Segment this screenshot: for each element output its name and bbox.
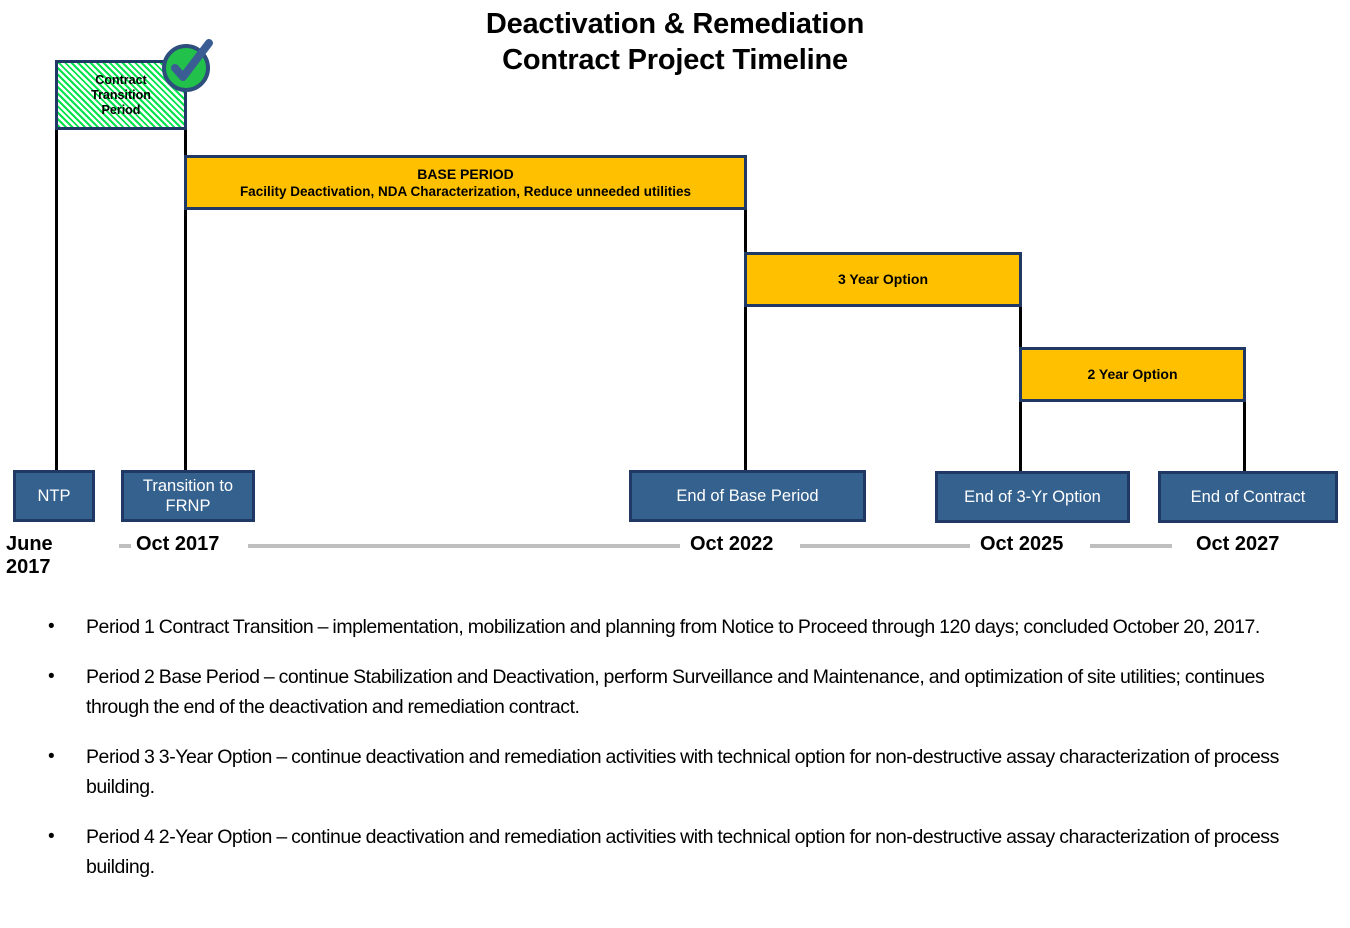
bullet-text-period-3: Period 3 3-Year Option – continue deacti… <box>86 746 1279 798</box>
milestone-label-end-contract: End of Contract <box>1190 488 1306 506</box>
description-bullet-list: • Period 1 Contract Transition – impleme… <box>34 612 1314 902</box>
bullet-dot-icon: • <box>48 666 55 687</box>
list-item: • Period 4 2-Year Option – continue deac… <box>34 822 1314 882</box>
axis-rule-pre-oct2017 <box>119 544 131 548</box>
axis-rule-2017-to-2022 <box>248 544 680 548</box>
list-item: • Period 1 Contract Transition – impleme… <box>34 612 1314 642</box>
bar-label-line-3: Period <box>101 102 141 117</box>
date-label-june-2017: June 2017 <box>6 533 53 579</box>
gantt-timeline: Contract Transition Period BASE PERIOD F… <box>0 0 1350 600</box>
bar-label-line-1: Contract <box>95 72 147 87</box>
date-label-oct-2027: Oct 2027 <box>1196 533 1280 555</box>
milestone-end-of-base-period[interactable]: End of Base Period <box>629 470 866 522</box>
connector-end-contract <box>1243 396 1246 477</box>
bar-three-year-option[interactable]: 3 Year Option <box>744 252 1022 307</box>
connector-end-base-period <box>744 207 747 476</box>
bar-base-period[interactable]: BASE PERIOD Facility Deactivation, NDA C… <box>184 155 747 210</box>
date-label-oct-2022: Oct 2022 <box>690 533 774 555</box>
list-item: • Period 2 Base Period – continue Stabil… <box>34 662 1314 722</box>
milestone-ntp[interactable]: NTP <box>13 470 95 522</box>
date-label-oct-2017: Oct 2017 <box>136 533 220 555</box>
milestone-transition-to-frnp[interactable]: Transition to FRNP <box>121 470 255 522</box>
axis-rule-2022-to-2025 <box>800 544 970 548</box>
bullet-dot-icon: • <box>48 826 55 847</box>
milestone-label-ntp: NTP <box>37 487 71 505</box>
bullet-text-period-4: Period 4 2-Year Option – continue deacti… <box>86 826 1279 878</box>
date-label-june-2017-line-1: June <box>6 533 53 555</box>
bar-label-line-2: Transition <box>91 87 151 102</box>
milestone-end-of-3yr-option[interactable]: End of 3-Yr Option <box>935 471 1130 523</box>
bar-label-three-year-option: 3 Year Option <box>838 271 928 287</box>
bullet-text-period-2: Period 2 Base Period – continue Stabiliz… <box>86 666 1265 718</box>
bar-label-two-year-option: 2 Year Option <box>1087 366 1178 382</box>
milestone-label-transition-frnp-line-2: FRNP <box>165 497 211 515</box>
list-item: • Period 3 3-Year Option – continue deac… <box>34 742 1314 802</box>
date-label-oct-2025: Oct 2025 <box>980 533 1064 555</box>
milestone-label-end-3yr-option: End of 3-Yr Option <box>964 488 1101 506</box>
bullet-dot-icon: • <box>48 746 55 767</box>
bar-label-base-period: BASE PERIOD <box>417 165 514 182</box>
connector-ntp <box>55 128 58 476</box>
axis-rule-2025-to-2027 <box>1090 544 1172 548</box>
bar-two-year-option[interactable]: 2 Year Option <box>1019 347 1246 402</box>
bar-sublabel-base-period: Facility Deactivation, NDA Characterizat… <box>239 183 692 199</box>
milestone-label-end-base-period: End of Base Period <box>676 487 819 505</box>
date-label-june-2017-line-2: 2017 <box>6 556 51 578</box>
bullet-text-period-1: Period 1 Contract Transition – implement… <box>86 616 1260 638</box>
milestone-end-of-contract[interactable]: End of Contract <box>1158 471 1338 523</box>
bullet-dot-icon: • <box>48 616 55 637</box>
milestone-label-transition-frnp-line-1: Transition to <box>142 477 234 495</box>
check-circle-icon <box>162 39 213 92</box>
